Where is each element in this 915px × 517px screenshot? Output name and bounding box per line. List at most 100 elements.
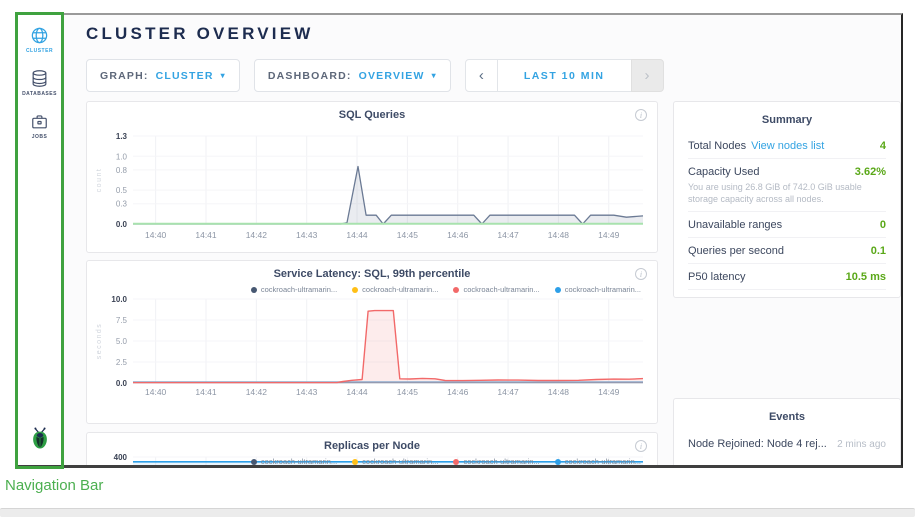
- chevron-down-icon: ▾: [432, 71, 437, 80]
- chevron-right-icon: ›: [645, 67, 650, 84]
- time-next-button[interactable]: ›: [631, 59, 664, 92]
- summary-row-p50: P50 latency 10.5 ms: [688, 263, 886, 289]
- briefcase-icon: [30, 112, 49, 131]
- svg-text:1.0: 1.0: [116, 152, 128, 161]
- legend-item[interactable]: cockroach-ultramarin...: [453, 457, 539, 465]
- legend-dot-icon: [453, 287, 459, 293]
- event-row[interactable]: Node Rejoined: Node 3 rej... 18 mins ago: [688, 457, 886, 465]
- svg-text:400: 400: [114, 453, 128, 462]
- sql-queries-chart: SQL Queries i 14:4014:4114:4214:4314:441…: [86, 101, 658, 253]
- graph-dropdown[interactable]: GRAPH: CLUSTER ▾: [86, 59, 240, 92]
- svg-text:14:44: 14:44: [346, 230, 368, 240]
- svg-text:1.3: 1.3: [116, 132, 128, 141]
- svg-text:seconds: seconds: [96, 323, 103, 360]
- globe-icon: [30, 26, 49, 45]
- capacity-description: You are using 26.8 GiB of 742.0 GiB usab…: [688, 181, 886, 211]
- svg-text:14:43: 14:43: [296, 387, 318, 397]
- legend-dot-icon: [453, 459, 459, 465]
- p50-value: 10.5 ms: [846, 271, 886, 283]
- svg-text:14:47: 14:47: [497, 230, 519, 240]
- legend-item[interactable]: cockroach-ultramarin...: [352, 457, 438, 465]
- svg-text:14:47: 14:47: [497, 387, 519, 397]
- unavailable-ranges-value: 0: [880, 219, 886, 231]
- svg-text:14:49: 14:49: [598, 230, 620, 240]
- svg-text:14:48: 14:48: [548, 387, 570, 397]
- p50-label: P50 latency: [688, 271, 745, 283]
- capacity-value: 3.62%: [855, 166, 886, 178]
- svg-text:14:40: 14:40: [145, 230, 167, 240]
- event-text: Node Rejoined: Node 4 rej...: [688, 438, 827, 450]
- svg-text:10.0: 10.0: [111, 295, 127, 304]
- sidebar-item-databases[interactable]: DATABASES: [22, 69, 57, 97]
- time-range-label[interactable]: LAST 10 MIN: [498, 59, 631, 92]
- page-title: CLUSTER OVERVIEW: [86, 24, 314, 44]
- charts-column: SQL Queries i 14:4014:4114:4214:4314:441…: [86, 101, 658, 465]
- svg-text:14:44: 14:44: [346, 387, 368, 397]
- svg-text:0.5: 0.5: [116, 186, 128, 195]
- chart-legend: cockroach-ultramarin... cockroach-ultrama…: [251, 285, 641, 294]
- p99-label: P99 latency: [688, 297, 745, 298]
- sidebar-item-jobs[interactable]: JOBS: [30, 112, 49, 140]
- total-nodes-value: 4: [880, 140, 886, 152]
- chart-svg: 14:4014:4114:4214:4314:4414:4514:4614:47…: [87, 102, 657, 252]
- dashboard-dropdown[interactable]: DASHBOARD: OVERVIEW ▾: [254, 59, 451, 92]
- replicas-per-node-chart: Replicas per Node i cockroach-ultramarin…: [86, 432, 658, 465]
- legend-item[interactable]: cockroach-ultramarin...: [555, 285, 641, 294]
- legend-dot-icon: [352, 287, 358, 293]
- legend-label: cockroach-ultramarin...: [463, 285, 539, 294]
- events-title: Events: [688, 411, 886, 423]
- svg-text:0.0: 0.0: [116, 379, 128, 388]
- legend-dot-icon: [555, 459, 561, 465]
- cockroach-bug-icon: [29, 426, 51, 450]
- legend-item[interactable]: cockroach-ultramarin...: [555, 457, 641, 465]
- legend-item[interactable]: cockroach-ultramarin...: [352, 285, 438, 294]
- event-row[interactable]: Node Rejoined: Node 4 rej... 2 mins ago: [688, 430, 886, 457]
- legend-label: cockroach-ultramarin...: [463, 457, 539, 465]
- qps-value: 0.1: [871, 245, 886, 257]
- legend-label: cockroach-ultramarin...: [565, 285, 641, 294]
- chevron-down-icon: ▾: [221, 71, 226, 80]
- legend-label: cockroach-ultramarin...: [565, 457, 641, 465]
- dashboard-controls: GRAPH: CLUSTER ▾ DASHBOARD: OVERVIEW ▾ ‹…: [86, 59, 664, 92]
- svg-text:14:43: 14:43: [296, 230, 318, 240]
- graph-dropdown-label: GRAPH:: [100, 70, 149, 82]
- cockroach-labs-logo[interactable]: [29, 426, 51, 455]
- svg-text:14:40: 14:40: [145, 387, 167, 397]
- legend-item[interactable]: cockroach-ultramarin...: [453, 285, 539, 294]
- graph-dropdown-value: CLUSTER: [156, 70, 214, 82]
- svg-text:0.3: 0.3: [116, 200, 128, 209]
- legend-item[interactable]: cockroach-ultramarin...: [251, 285, 337, 294]
- bottom-scrollbar[interactable]: [0, 508, 915, 517]
- capacity-label: Capacity Used: [688, 166, 760, 178]
- annotation-caption: Navigation Bar: [5, 477, 103, 494]
- legend-label: cockroach-ultramarin...: [261, 457, 337, 465]
- navigation-bar: CLUSTER DATABASES JOBS: [17, 15, 63, 465]
- svg-text:count: count: [96, 168, 103, 193]
- summary-title: Summary: [688, 114, 886, 126]
- unavailable-ranges-label: Unavailable ranges: [688, 219, 782, 231]
- sidebar-item-label: DATABASES: [22, 91, 57, 97]
- event-time: 2 mins ago: [837, 439, 886, 450]
- legend-label: cockroach-ultramarin...: [261, 285, 337, 294]
- legend-dot-icon: [251, 287, 257, 293]
- events-panel: Events Node Rejoined: Node 4 rej... 2 mi…: [673, 398, 901, 465]
- chart-legend: cockroach-ultramarin... cockroach-ultrama…: [251, 457, 641, 465]
- sidebar-item-cluster[interactable]: CLUSTER: [26, 26, 53, 54]
- legend-label: cockroach-ultramarin...: [362, 457, 438, 465]
- time-prev-button[interactable]: ‹: [465, 59, 498, 92]
- legend-item[interactable]: cockroach-ultramarin...: [251, 457, 337, 465]
- sidebar-item-label: JOBS: [32, 134, 48, 140]
- dashboard-dropdown-label: DASHBOARD:: [268, 70, 352, 82]
- svg-text:14:46: 14:46: [447, 387, 469, 397]
- time-range-selector: ‹ LAST 10 MIN ›: [465, 59, 664, 92]
- svg-text:5.0: 5.0: [116, 337, 128, 346]
- view-nodes-list-link[interactable]: View nodes list: [751, 140, 824, 152]
- svg-text:14:48: 14:48: [548, 230, 570, 240]
- summary-row-unavailable-ranges: Unavailable ranges 0: [688, 211, 886, 237]
- svg-text:7.5: 7.5: [116, 316, 128, 325]
- svg-text:0.0: 0.0: [116, 220, 128, 229]
- summary-row-p99: P99 latency 285.2 ms: [688, 289, 886, 298]
- main-content: CLUSTER OVERVIEW GRAPH: CLUSTER ▾ DASHBO…: [63, 15, 901, 465]
- svg-text:0.8: 0.8: [116, 166, 128, 175]
- chevron-left-icon: ‹: [479, 67, 484, 84]
